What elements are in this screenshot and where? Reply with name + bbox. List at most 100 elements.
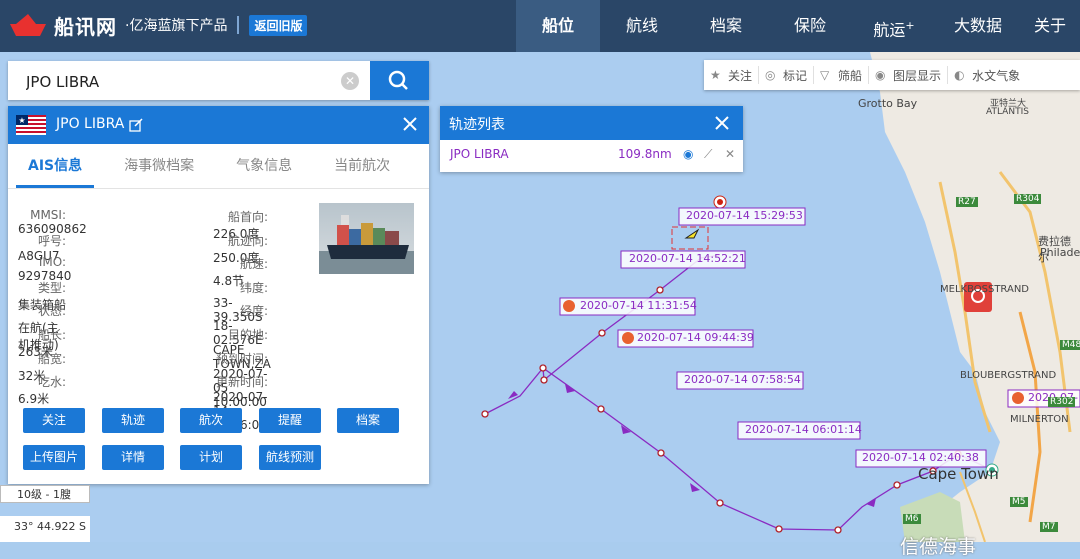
label-milnerton: MILNERTON — [1010, 414, 1069, 425]
svg-text:★: ★ — [18, 116, 25, 125]
nav-insurance[interactable]: 保险 — [768, 0, 852, 52]
weather-tool-label: 水文气象 — [972, 68, 1021, 83]
edit-icon[interactable] — [129, 118, 143, 132]
field-label: 纬度: — [239, 280, 268, 295]
route-prediction-button[interactable]: 航线预测 — [259, 445, 321, 470]
tab-voyage[interactable]: 当前航次 — [322, 144, 402, 188]
label-cape-town: Cape Town — [918, 465, 999, 483]
field-label: 船宽: — [37, 351, 66, 366]
close-icon[interactable] — [401, 115, 419, 133]
field-label: 吃水: — [37, 375, 66, 390]
remove-icon[interactable]: ✕ — [725, 147, 735, 161]
close-icon[interactable] — [713, 114, 731, 132]
filter-tool[interactable]: ▽ 筛船 — [814, 66, 870, 84]
field-label: 船长: — [37, 328, 66, 342]
voyage-button[interactable]: 航次 — [180, 408, 242, 433]
track-time-6: 2020-07-14 06:01:14 — [745, 423, 862, 436]
track-line-north — [542, 254, 721, 382]
ship-name: JPO LIBRA — [56, 116, 125, 132]
tab-weather[interactable]: 气象信息 — [224, 144, 304, 188]
map-toolbar: ★ 关注 ◎ 标记 ▽ 筛船 ◉ 图层显示 ◐ 水文气象 — [704, 60, 1080, 90]
brand-name: 船讯网 — [54, 14, 117, 39]
road-badge-m7: M7 — [1040, 522, 1058, 532]
road-badge-r302: R302 — [1048, 397, 1076, 407]
field-label: 更新时间: — [215, 375, 268, 390]
search-input[interactable] — [16, 61, 348, 102]
zoom-level: 10级 - 1膄 — [0, 485, 90, 503]
coordinate-readout: 33° 44.922 S — [0, 516, 90, 542]
field-label: 船首向: — [227, 210, 268, 224]
track-list-title: 轨迹列表 — [449, 117, 505, 133]
nav-ship-position[interactable]: 船位 — [516, 0, 600, 52]
star-icon: ★ — [710, 68, 721, 82]
weather-icon: ◐ — [954, 68, 965, 82]
label-philadelphia: Philade — [1040, 246, 1080, 259]
tab-maritime-archive[interactable]: 海事微档案 — [112, 144, 206, 188]
main-nav: 船位 航线 档案 保险 航运+ 大数据 关于 — [516, 0, 1080, 52]
layer-tool[interactable]: ◉ 图层显示 — [869, 66, 949, 84]
nav-shipping[interactable]: 航运+ — [852, 0, 936, 52]
nav-big-data[interactable]: 大数据 — [936, 0, 1020, 52]
field-label: MMSI: — [30, 208, 66, 222]
liberia-flag-icon: ★ — [16, 115, 46, 135]
follow-button[interactable]: 关注 — [23, 408, 85, 433]
track-distance: 109.8nm — [618, 147, 672, 161]
upload-photo-button[interactable]: 上传图片 — [23, 445, 85, 470]
nav-about[interactable]: 关于 — [1020, 0, 1080, 52]
nav-shipping-label: 航运 — [873, 20, 906, 40]
field-label: IMO: — [38, 255, 66, 270]
field-label: 呼号: — [37, 233, 66, 248]
track-ship-name: JPO LIBRA — [450, 147, 509, 161]
track-time-5: 2020-07-14 07:58:54 — [684, 373, 801, 386]
road-badge-m48: M48 — [1060, 340, 1080, 350]
brand-tagline: ·亿海蓝旗下产品 — [125, 18, 228, 34]
nav-archive[interactable]: 档案 — [684, 0, 768, 52]
road-badge-m5: M5 — [1010, 497, 1028, 507]
ship-tabs: AIS信息 海事微档案 气象信息 当前航次 — [8, 144, 429, 189]
remind-button[interactable]: 提醒 — [259, 408, 321, 433]
follow-tool[interactable]: ★ 关注 — [704, 66, 760, 84]
watermark: 信德海事 — [900, 536, 977, 558]
track-button[interactable]: 轨迹 — [102, 408, 164, 433]
road-badge-r304: R304 — [1014, 194, 1042, 204]
search-button[interactable] — [370, 61, 429, 100]
tab-ais-info[interactable]: AIS信息 — [16, 144, 95, 188]
weather-tool[interactable]: ◐ 水文气象 — [948, 66, 1026, 84]
field-label: 经度: — [239, 304, 268, 319]
road-badge-m6: M6 — [903, 514, 921, 524]
details-button[interactable]: 详情 — [102, 445, 164, 470]
track-time-1: 2020-07-14 15:29:53 — [686, 209, 803, 222]
nav-route[interactable]: 航线 — [600, 0, 684, 52]
boat-logo-icon — [10, 14, 46, 36]
ship-photo-image — [319, 215, 414, 274]
ship-photo[interactable] — [319, 203, 414, 274]
top-bar: 船讯网 ·亿海蓝旗下产品 返回旧版 船位 航线 档案 保险 航运+ 大数据 关于 — [0, 0, 1080, 52]
ship-marker — [684, 228, 700, 239]
chart-icon[interactable]: ⟋ — [704, 147, 712, 162]
follow-tool-label: 关注 — [728, 68, 753, 83]
plan-button[interactable]: 计划 — [180, 445, 242, 470]
filter-tool-label: 筛船 — [838, 68, 863, 83]
archive-button[interactable]: 档案 — [337, 408, 399, 433]
search-icon — [388, 70, 408, 90]
old-version-button[interactable]: 返回旧版 — [249, 14, 308, 36]
logo[interactable]: 船讯网 ·亿海蓝旗下产品 返回旧版 — [6, 10, 308, 40]
ship-panel-header: ★ JPO LIBRA — [8, 106, 429, 144]
search-bar: ✕ — [8, 61, 429, 102]
field-label: 航迹向: — [227, 233, 268, 248]
label-bloubergstrand: BLOUBERGSTRAND — [960, 370, 1057, 381]
tag-icon: ◎ — [765, 68, 776, 82]
mark-tool[interactable]: ◎ 标记 — [759, 66, 815, 84]
field-label: 航速: — [239, 257, 268, 272]
field-value: 6.9米 — [18, 392, 50, 407]
eye-icon[interactable]: ◉ — [683, 147, 693, 161]
track-list-panel: 轨迹列表 JPO LIBRA 109.8nm ◉ ⟋ ✕ — [440, 106, 743, 172]
nav-shipping-sup: + — [905, 19, 915, 32]
track-list-header: 轨迹列表 — [440, 106, 743, 140]
ship-info-panel: ★ JPO LIBRA AIS信息 海事微档案 气象信息 当前航次 MMSI: 6… — [8, 106, 429, 484]
track-time-3: 2020-07-14 11:31:54 — [580, 299, 697, 312]
field-label: 状态: — [37, 304, 66, 319]
divider — [237, 16, 240, 34]
clear-icon[interactable]: ✕ — [341, 72, 359, 90]
field-label: 类型: — [37, 280, 66, 295]
